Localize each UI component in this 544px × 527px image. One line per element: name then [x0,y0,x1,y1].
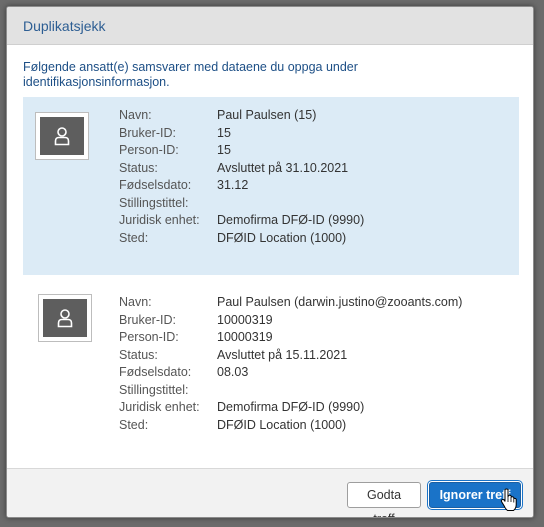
record-fields: Navn: Paul Paulsen (15) Bruker-ID: 15 Pers… [119,107,364,247]
field-status: Status: Avsluttet på 15.11.2021 [119,347,462,365]
label-job-title: Stillingstittel: [119,195,189,210]
value-location: DFØID Location (1000) [217,230,347,245]
label-birth-date: Fødselsdato: [119,178,192,192]
label-person-id: Person-ID: [119,330,179,344]
value-legal-entity: Demofirma DFØ-ID (9990) [217,400,365,414]
value-status: Avsluttet på 15.11.2021 [217,347,348,362]
avatar [38,294,92,342]
value-status: Avsluttet på 31.10.2021 [217,160,349,175]
value-person-id: 15 [217,143,231,157]
field-birth-date: Fødselsdato: 08.03 [119,364,462,382]
value-name: Paul Paulsen (darwin.justino@zooants.com… [217,295,463,309]
duplicate-check-dialog: Duplikatsjekk Følgende ansatt(e) samsvar… [6,6,534,518]
field-birth-date: Fødselsdato: 31.12 [119,177,364,195]
duplicate-record[interactable]: Navn: Paul Paulsen (darwin.justino@zooant… [23,283,519,463]
field-location: Sted: DFØID Location (1000) [119,230,364,248]
label-user-id: Bruker-ID: [119,125,176,140]
field-location: Sted: DFØID Location (1000) [119,417,462,435]
value-birth-date: 08.03 [217,365,249,379]
intro-text: Følgende ansatt(e) samsvarer med dataene… [23,60,358,89]
label-person-id: Person-ID: [119,143,179,157]
field-user-id: Bruker-ID: 15 [119,125,364,143]
value-user-id: 10000319 [217,312,273,327]
record-fields: Navn: Paul Paulsen (darwin.justino@zooant… [119,294,462,434]
label-job-title: Stillingstittel: [119,382,189,397]
label-birth-date: Fødselsdato: [119,365,192,379]
accept-match-button[interactable]: Godta treff [347,482,421,517]
label-name: Navn: [119,295,152,309]
person-icon [54,127,70,146]
field-legal-entity: Juridisk enhet: Demofirma DFØ-ID (9990) [119,212,364,230]
field-name: Navn: Paul Paulsen (15) [119,107,364,125]
label-legal-entity: Juridisk enhet: [119,213,200,227]
field-status: Status: Avsluttet på 31.10.2021 [119,160,364,178]
field-job-title: Stillingstittel: [119,195,364,213]
label-location: Sted: [119,230,149,245]
avatar [35,112,89,160]
label-legal-entity: Juridisk enhet: [119,400,200,414]
value-legal-entity: Demofirma DFØ-ID (9990) [217,213,365,227]
field-job-title: Stillingstittel: [119,382,462,400]
label-location: Sted: [119,417,149,432]
duplicate-record[interactable]: Navn: Paul Paulsen (15) Bruker-ID: 15 Pers… [23,97,519,275]
dialog-title: Duplikatsjekk [23,18,106,34]
field-person-id: Person-ID: 10000319 [119,329,462,347]
field-legal-entity: Juridisk enhet: Demofirma DFØ-ID (9990) [119,399,462,417]
label-status: Status: [119,347,158,362]
hand-pointer-icon [500,488,517,511]
value-person-id: 10000319 [217,330,273,344]
label-user-id: Bruker-ID: [119,312,176,327]
field-user-id: Bruker-ID: 10000319 [119,312,462,330]
value-birth-date: 31.12 [217,178,249,192]
value-user-id: 15 [217,125,231,140]
dialog-footer: Godta treff Ignorer treff [7,468,533,517]
value-location: DFØID Location (1000) [217,417,347,432]
value-name: Paul Paulsen (15) [217,108,317,122]
label-status: Status: [119,160,158,175]
field-name: Navn: Paul Paulsen (darwin.justino@zooant… [119,294,462,312]
label-name: Navn: [119,108,152,122]
field-person-id: Person-ID: 15 [119,142,364,160]
dialog-header: Duplikatsjekk [7,7,533,45]
person-icon [57,309,73,328]
